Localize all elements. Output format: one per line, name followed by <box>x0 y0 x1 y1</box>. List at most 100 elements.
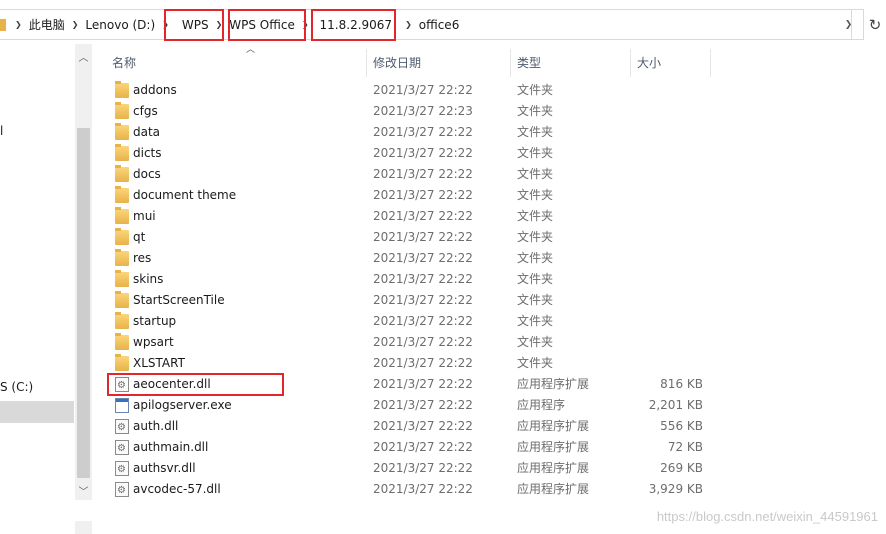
folder-icon <box>115 333 129 350</box>
list-item[interactable]: docs 2021/3/27 22:22 文件夹 <box>106 164 711 185</box>
column-header-name[interactable]: 名称 <box>106 49 367 77</box>
file-type: 应用程序扩展 <box>517 377 590 391</box>
file-type: 应用程序扩展 <box>517 440 590 454</box>
file-name: data <box>133 125 161 139</box>
file-name: authsvr.dll <box>133 461 196 475</box>
refresh-button[interactable]: ↻ <box>864 9 886 40</box>
file-size: 2,201 KB <box>648 398 703 412</box>
scroll-down-icon[interactable]: ﹀ <box>75 482 92 499</box>
list-item[interactable]: apilogserver.exe 2021/3/27 22:22 应用程序 2,201… <box>106 395 711 416</box>
file-name: skins <box>133 272 164 286</box>
chevron-right-icon: ❯ <box>15 20 22 29</box>
folder-icon <box>115 249 129 266</box>
list-item[interactable]: addons 2021/3/27 22:22 文件夹 <box>106 80 711 101</box>
list-item[interactable]: StartScreenTile 2021/3/27 22:22 文件夹 <box>106 290 711 311</box>
file-date: 2021/3/27 22:22 <box>373 335 473 349</box>
file-date: 2021/3/27 22:22 <box>373 440 473 454</box>
file-date: 2021/3/27 22:22 <box>373 125 473 139</box>
file-date: 2021/3/27 22:22 <box>373 314 473 328</box>
file-size: 816 KB <box>660 377 703 391</box>
column-header-date[interactable]: 修改日期 <box>367 49 511 77</box>
watermark: https://blog.csdn.net/weixin_44591961 <box>656 509 878 524</box>
list-item[interactable]: document theme 2021/3/27 22:22 文件夹 <box>106 185 711 206</box>
nav-item-drive-c[interactable]: S (C:) <box>0 380 33 394</box>
chevron-right-icon[interactable]: ❯ <box>213 20 226 29</box>
file-type: 文件夹 <box>517 146 554 160</box>
scroll-up-icon[interactable]: ︿ <box>75 48 92 65</box>
nav-item-fragment[interactable]: l <box>0 124 3 138</box>
file-date: 2021/3/27 22:23 <box>373 104 473 118</box>
folder-icon <box>115 270 129 287</box>
file-type: 文件夹 <box>517 356 554 370</box>
dll-file-icon <box>115 480 129 501</box>
list-item[interactable]: avcodec-57.dll 2021/3/27 22:22 应用程序扩展 3,929… <box>106 479 711 501</box>
breadcrumb-office6[interactable]: office6 <box>415 10 464 39</box>
list-item[interactable]: mui 2021/3/27 22:22 文件夹 <box>106 206 711 227</box>
file-type: 文件夹 <box>517 314 554 328</box>
file-date: 2021/3/27 22:22 <box>373 419 473 433</box>
list-item[interactable]: dicts 2021/3/27 22:22 文件夹 <box>106 143 711 164</box>
file-list[interactable]: ︿ 名称 修改日期 类型 大小 addons 2021/3/27 22:22 文件夹… <box>92 44 886 534</box>
file-size: 269 KB <box>660 461 703 475</box>
list-item[interactable]: startup 2021/3/27 22:22 文件夹 <box>106 311 711 332</box>
nav-selected-item[interactable] <box>0 401 74 423</box>
folder-icon <box>115 312 129 329</box>
file-name: qt <box>133 230 146 244</box>
list-item[interactable]: qt 2021/3/27 22:22 文件夹 <box>106 227 711 248</box>
list-item[interactable]: skins 2021/3/27 22:22 文件夹 <box>106 269 711 290</box>
file-type: 文件夹 <box>517 104 554 118</box>
dll-file-icon <box>115 375 129 396</box>
file-date: 2021/3/27 22:22 <box>373 461 473 475</box>
address-bar[interactable]: ❯ 此电脑 ❯ Lenovo (D:) ❯ WPS ❯ WPS Office ❯… <box>0 9 852 40</box>
list-item[interactable]: res 2021/3/27 22:22 文件夹 <box>106 248 711 269</box>
file-type: 文件夹 <box>517 188 554 202</box>
file-type: 应用程序扩展 <box>517 419 590 433</box>
list-item[interactable]: authmain.dll 2021/3/27 22:22 应用程序扩展 72 KB <box>106 437 711 459</box>
file-date: 2021/3/27 22:22 <box>373 482 473 496</box>
file-date: 2021/3/27 22:22 <box>373 83 473 97</box>
file-date: 2021/3/27 22:22 <box>373 146 473 160</box>
chevron-right-icon[interactable]: ❯ <box>402 20 415 29</box>
file-type: 应用程序 <box>517 398 566 412</box>
file-date: 2021/3/27 22:22 <box>373 293 473 307</box>
breadcrumb-wps-office[interactable]: WPS Office <box>225 10 299 39</box>
file-date: 2021/3/27 22:22 <box>373 251 473 265</box>
nav-scrollbar[interactable]: ︿ ﹀ <box>75 44 92 500</box>
list-item[interactable]: XLSTART 2021/3/27 22:22 文件夹 <box>106 353 711 374</box>
file-date: 2021/3/27 22:22 <box>373 398 473 412</box>
breadcrumb-this-pc[interactable]: 此电脑 <box>25 10 69 39</box>
file-name: dicts <box>133 146 162 160</box>
column-header-type[interactable]: 类型 <box>511 49 631 77</box>
folder-icon <box>0 18 6 31</box>
list-header: ︿ 名称 修改日期 类型 大小 <box>106 45 711 77</box>
dll-file-icon <box>115 438 129 459</box>
file-name: res <box>133 251 152 265</box>
file-name: startup <box>133 314 177 328</box>
file-date: 2021/3/27 22:22 <box>373 209 473 223</box>
list-item[interactable]: data 2021/3/27 22:22 文件夹 <box>106 122 711 143</box>
file-name: StartScreenTile <box>133 293 225 307</box>
address-dropdown-button[interactable]: ❯ <box>834 9 864 40</box>
file-type: 文件夹 <box>517 167 554 181</box>
file-date: 2021/3/27 22:22 <box>373 230 473 244</box>
file-date: 2021/3/27 22:22 <box>373 188 473 202</box>
breadcrumb-drive-d[interactable]: Lenovo (D:) <box>81 10 159 39</box>
scrollbar-thumb[interactable] <box>77 128 90 478</box>
list-item[interactable]: auth.dll 2021/3/27 22:22 应用程序扩展 556 KB <box>106 416 711 438</box>
list-item[interactable]: wpsart 2021/3/27 22:22 文件夹 <box>106 332 711 353</box>
folder-icon <box>115 186 129 203</box>
breadcrumb-version[interactable]: 11.8.2.9067 <box>316 10 397 39</box>
file-type: 文件夹 <box>517 293 554 307</box>
chevron-right-icon[interactable]: ❯ <box>299 20 312 29</box>
breadcrumb-wps[interactable]: WPS <box>178 10 213 39</box>
navigation-pane[interactable]: l S (C:) <box>0 44 74 534</box>
list-item[interactable]: aeocenter.dll 2021/3/27 22:22 应用程序扩展 816 KB <box>106 374 711 396</box>
chevron-right-icon[interactable]: ❯ <box>159 20 172 29</box>
file-size: 72 KB <box>667 440 703 454</box>
chevron-right-icon[interactable]: ❯ <box>69 20 82 29</box>
folder-icon <box>115 228 129 245</box>
list-item[interactable]: authsvr.dll 2021/3/27 22:22 应用程序扩展 269 KB <box>106 458 711 480</box>
folder-icon <box>115 102 129 119</box>
list-item[interactable]: cfgs 2021/3/27 22:23 文件夹 <box>106 101 711 122</box>
column-header-size[interactable]: 大小 <box>631 49 711 77</box>
